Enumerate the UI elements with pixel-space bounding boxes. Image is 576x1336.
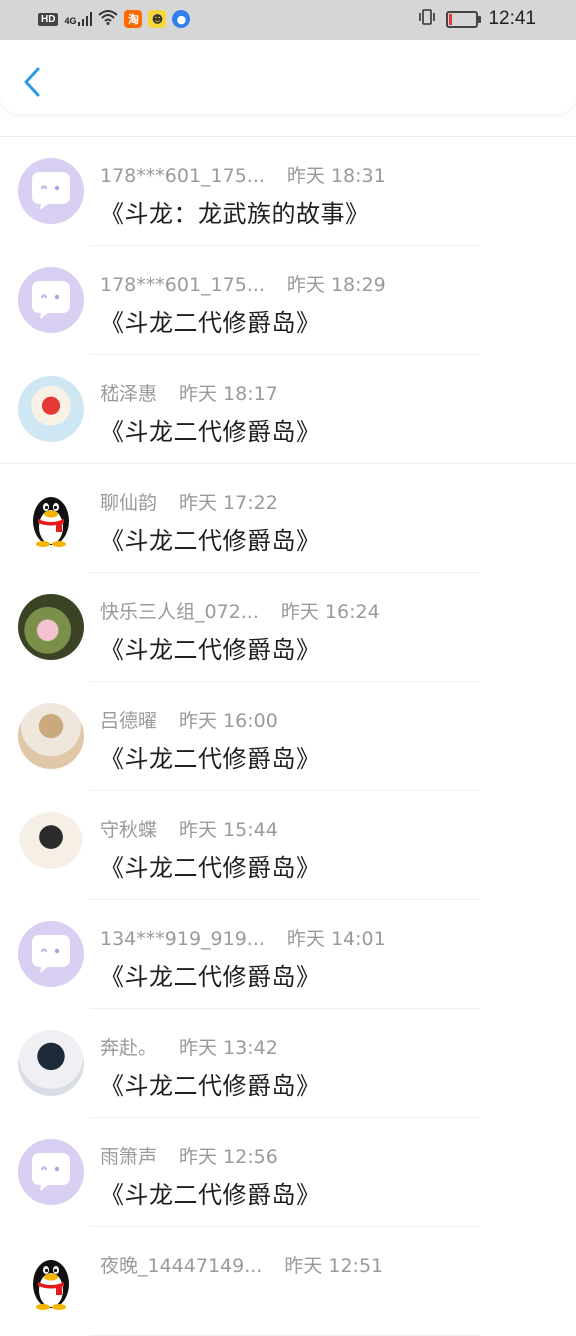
message-time: 昨天 15:44 — [179, 819, 278, 841]
message-title: 《斗龙二代修爵岛》 — [100, 309, 321, 337]
message-meta: 夜晚_14447149... 昨天 12:51 — [100, 1251, 383, 1278]
message-time: 昨天 18:31 — [286, 165, 386, 187]
message-time: 昨天 12:51 — [284, 1255, 384, 1277]
wifi-icon — [98, 9, 119, 29]
message-list-item[interactable]: 嵇泽惠 昨天 18:17 《斗龙二代修爵岛》 — [0, 355, 576, 464]
message-title: 《斗龙二代修爵岛》 — [100, 745, 321, 773]
message-title: 《斗龙二代修爵岛》 — [100, 1072, 321, 1100]
network-type: 4G — [64, 16, 77, 26]
sender-name: 夜晚_14447149... — [100, 1255, 263, 1277]
signal-icon: 4G — [64, 12, 93, 26]
chat-bubble-icon — [32, 935, 70, 973]
message-list-item[interactable]: 快乐三人组_072... 昨天 16:24 《斗龙二代修爵岛》 — [0, 573, 576, 682]
message-time: 昨天 12:56 — [179, 1146, 278, 1168]
penguin-icon — [33, 1260, 69, 1310]
notification-app-icon: ☻ — [148, 10, 167, 28]
message-meta: 聊仙韵 昨天 17:22 — [100, 488, 278, 515]
message-meta: 吕德曜 昨天 16:00 — [100, 706, 278, 733]
avatar[interactable] — [18, 594, 84, 660]
avatar[interactable] — [18, 376, 84, 442]
sender-name: 奔赴。 — [100, 1037, 158, 1059]
battery-icon — [446, 10, 482, 28]
status-bar-left: HD 4G 淘 ☻ ● — [38, 9, 191, 29]
avatar[interactable] — [18, 812, 84, 878]
message-time: 昨天 16:00 — [179, 710, 278, 732]
message-title: 《斗龙二代修爵岛》 — [100, 418, 321, 446]
back-button[interactable] — [18, 64, 48, 100]
sender-name: 聊仙韵 — [100, 492, 158, 514]
chat-bubble-icon — [32, 281, 70, 319]
message-title: 《斗龙二代修爵岛》 — [100, 854, 321, 882]
status-bar: HD 4G 淘 ☻ ● 12:41 — [0, 0, 576, 40]
message-time: 昨天 17:22 — [179, 492, 278, 514]
message-time: 昨天 18:29 — [286, 274, 386, 296]
sender-name: 吕德曜 — [100, 710, 158, 732]
taobao-app-icon: 淘 — [124, 10, 143, 28]
message-title: 《斗龙二代修爵岛》 — [100, 636, 321, 664]
message-meta: 守秋蝶 昨天 15:44 — [100, 815, 278, 842]
avatar[interactable] — [18, 703, 84, 769]
sender-name: 134***919_919... — [100, 928, 265, 950]
avatar[interactable] — [18, 1248, 84, 1314]
message-time: 昨天 13:42 — [179, 1037, 278, 1059]
message-list-item[interactable]: 聊仙韵 昨天 17:22 《斗龙二代修爵岛》 — [0, 464, 576, 573]
vibrate-icon — [418, 8, 436, 30]
avatar[interactable] — [18, 485, 84, 551]
sender-name: 嵇泽惠 — [100, 383, 158, 405]
status-bar-right: 12:41 — [418, 8, 536, 30]
message-meta: 嵇泽惠 昨天 18:17 — [100, 379, 278, 406]
chat-bubble-icon — [32, 172, 70, 210]
top-app-bar — [0, 40, 576, 114]
browser-app-icon: ● — [172, 10, 191, 28]
message-time: 昨天 14:01 — [286, 928, 386, 950]
avatar[interactable] — [18, 1139, 84, 1205]
message-title: 《斗龙二代修爵岛》 — [100, 1181, 321, 1209]
sender-name: 守秋蝶 — [100, 819, 158, 841]
message-title: 《斗龙二代修爵岛》 — [100, 963, 321, 991]
sender-name: 快乐三人组_072... — [100, 601, 259, 623]
chevron-left-icon — [24, 67, 40, 97]
avatar[interactable] — [18, 1030, 84, 1096]
penguin-icon — [33, 497, 69, 547]
message-meta: 134***919_919... 昨天 14:01 — [100, 924, 386, 951]
message-list-item[interactable]: 178***601_175... 昨天 18:31 《斗龙：龙武族的故事》 — [0, 137, 576, 246]
message-title: 《斗龙：龙武族的故事》 — [100, 200, 370, 228]
avatar[interactable] — [18, 158, 84, 224]
message-list-item[interactable]: 178***601_175... 昨天 18:29 《斗龙二代修爵岛》 — [0, 246, 576, 355]
message-list-item[interactable]: 夜晚_14447149... 昨天 12:51 — [0, 1227, 576, 1336]
message-time: 昨天 18:17 — [179, 383, 278, 405]
message-meta: 178***601_175... 昨天 18:29 — [100, 270, 386, 297]
sender-name: 178***601_175... — [100, 274, 265, 296]
message-list-item[interactable]: 守秋蝶 昨天 15:44 《斗龙二代修爵岛》 — [0, 791, 576, 900]
message-list-item[interactable]: 134***919_919... 昨天 14:01 《斗龙二代修爵岛》 — [0, 900, 576, 1009]
sender-name: 178***601_175... — [100, 165, 265, 187]
message-meta: 178***601_175... 昨天 18:31 — [100, 161, 386, 188]
message-time: 昨天 16:24 — [280, 601, 380, 623]
avatar[interactable] — [18, 921, 84, 987]
message-meta: 奔赴。 昨天 13:42 — [100, 1033, 278, 1060]
chat-bubble-icon — [32, 1153, 70, 1191]
message-list-item[interactable]: 吕德曜 昨天 16:00 《斗龙二代修爵岛》 — [0, 682, 576, 791]
hd-badge: HD — [38, 12, 59, 26]
message-title: 《斗龙二代修爵岛》 — [100, 527, 321, 555]
avatar[interactable] — [18, 267, 84, 333]
message-list: 178***601_175... 昨天 18:31 《斗龙：龙武族的故事》 178*… — [0, 136, 576, 1336]
message-list-item[interactable]: 奔赴。 昨天 13:42 《斗龙二代修爵岛》 — [0, 1009, 576, 1118]
message-meta: 雨箫声 昨天 12:56 — [100, 1142, 278, 1169]
sender-name: 雨箫声 — [100, 1146, 158, 1168]
message-meta: 快乐三人组_072... 昨天 16:24 — [100, 597, 380, 624]
status-time: 12:41 — [488, 8, 536, 29]
message-list-item[interactable]: 雨箫声 昨天 12:56 《斗龙二代修爵岛》 — [0, 1118, 576, 1227]
